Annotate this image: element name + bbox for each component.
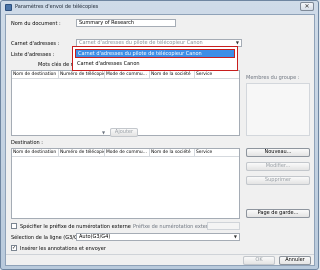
fax-app-icon [5,4,12,11]
column-header[interactable]: Mode de commu... [105,71,150,79]
add-button[interactable]: Ajouter [110,128,138,137]
group-members-list [246,83,310,136]
cancel-button[interactable]: Annuler [279,256,311,265]
column-header[interactable]: Nom de la société [150,149,195,157]
prefix-checkbox[interactable] [11,223,17,229]
dropdown-option[interactable]: Carnet d'adresses Canon [75,60,235,69]
arrow-down-icon: ▼ [102,130,106,135]
prefix-input[interactable] [207,222,240,230]
cover-page-button[interactable]: Page de garde... [246,209,310,218]
line-selection-value: Auto(G3/G4) [79,234,111,240]
column-header[interactable]: Service [195,149,239,157]
ok-button[interactable]: OK [243,256,275,265]
address-list-label: Liste d'adresses : [11,52,55,58]
dialog-window: Paramètres d'envoi de télécopies ✕ Nom d… [0,0,319,270]
column-header[interactable]: Nom de destination [12,149,59,157]
column-header[interactable]: Nom de destination [12,71,59,79]
address-book-label: Carnet d'adresses : [11,41,60,47]
destination-table[interactable]: Nom de destination Numéro de télécopie M… [11,148,240,219]
document-name-label: Nom du document : [11,21,61,27]
address-book-dropdown-list[interactable]: Carnet d'adresses du pilote de télécopie… [72,46,238,71]
group-members-label: Membres du groupe : [246,75,300,81]
destination-header: Nom de destination Numéro de télécopie M… [12,149,239,157]
column-header[interactable]: Mode de commu... [105,149,150,157]
annotations-checkbox[interactable]: ✓ [11,245,17,251]
column-header[interactable]: Service [195,71,239,79]
column-header[interactable]: Numéro de télécopie [59,149,105,157]
prefix-label: Préfixe de numérotation externe : [133,224,218,230]
close-button[interactable]: ✕ [300,2,314,11]
document-name-input[interactable]: Summary of Research [76,19,176,27]
column-header[interactable]: Numéro de télécopie [59,71,105,79]
destination-label: Destination : [11,140,43,146]
chevron-down-icon: ▼ [233,234,237,239]
column-header[interactable]: Nom de la société [150,71,195,79]
address-list-table[interactable]: Nom de destination Numéro de télécopie M… [11,70,240,136]
delete-button[interactable]: Supprimer [246,176,310,185]
new-button[interactable]: Nouveau... [246,148,310,157]
title-bar[interactable]: Paramètres d'envoi de télécopies ✕ [1,1,318,14]
annotations-label: Insérer les annotations et envoyer [20,246,106,252]
prefix-checkbox-label: Spécifier le préfixe de numérotation ext… [20,224,131,230]
line-selection-label: Sélection de la ligne (G3/G4) : [11,235,87,241]
line-selection-select[interactable]: Auto(G3/G4) ▼ [76,233,240,241]
window-title: Paramètres d'envoi de télécopies [15,4,99,10]
dropdown-option[interactable]: Carnet d'adresses du pilote de télécopie… [75,49,235,58]
footer-divider [6,254,314,255]
address-list-header: Nom de destination Numéro de télécopie M… [12,71,239,79]
modify-button[interactable]: Modifier... [246,162,310,171]
